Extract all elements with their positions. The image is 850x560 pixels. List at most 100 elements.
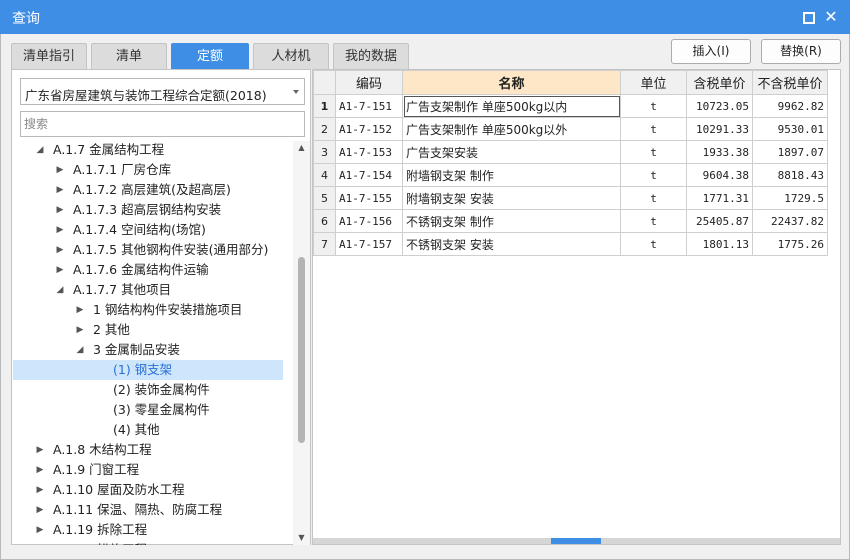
scroll-up-icon[interactable]: ▲ [293,141,310,155]
tree-item[interactable]: ◢ A.1.7 金属结构工程 [13,140,283,160]
tab-list[interactable]: 清单 [91,43,167,69]
tree-item[interactable]: ▶ A.1.19 拆除工程 [13,520,283,540]
row-number[interactable]: 4 [313,163,336,187]
price-tax-cell[interactable]: 25405.87 [686,209,753,233]
name-cell[interactable]: 不锈钢支架 制作 [402,209,621,233]
price-notax-cell[interactable]: 1729.5 [752,186,828,210]
price-tax-cell[interactable]: 1801.13 [686,232,753,256]
tree-item[interactable]: (3) 零星金属构件 [13,400,283,420]
code-cell[interactable]: A1-7-153 [335,140,403,164]
tree-item[interactable]: ▶ A.1.7.6 金属结构件运输 [13,260,283,280]
horizontal-scrollbar[interactable] [313,538,840,544]
name-cell[interactable]: 不锈钢支架 安装 [402,232,621,256]
close-icon[interactable]: ✕ [823,9,839,25]
code-cell[interactable]: A1-7-154 [335,163,403,187]
collapsed-arrow-icon[interactable]: ▶ [55,220,65,240]
expanded-arrow-icon[interactable]: ◢ [35,140,45,160]
tree-item[interactable]: ▶ A.1.7.4 空间结构(场馆) [13,220,283,240]
price-tax-cell[interactable]: 1771.31 [686,186,753,210]
collapsed-arrow-icon[interactable]: ▶ [35,540,45,545]
price-notax-cell[interactable]: 1775.26 [752,232,828,256]
code-cell[interactable]: A1-7-157 [335,232,403,256]
collapsed-arrow-icon[interactable]: ▶ [35,440,45,460]
unit-cell[interactable]: t [620,94,687,118]
tree-item[interactable]: ▶ A.1.11 保温、隔热、防腐工程 [13,500,283,520]
tree-item[interactable]: ▶ A.1.10 屋面及防水工程 [13,480,283,500]
table-row[interactable]: 3 A1-7-153 广告支架安装 t 1933.38 1897.07 [313,140,828,164]
unit-cell[interactable]: t [620,163,687,187]
replace-button[interactable]: 替换(R) [761,39,841,64]
column-header-unit[interactable]: 单位 [620,70,687,95]
name-cell[interactable]: 广告支架制作 单座500kg以内 [402,94,621,118]
table-row[interactable]: 2 A1-7-152 广告支架制作 单座500kg以外 t 10291.33 9530.0… [313,117,828,141]
code-cell[interactable]: A1-7-155 [335,186,403,210]
tab-quota[interactable]: 定额 [171,43,249,69]
table-row[interactable]: 7 A1-7-157 不锈钢支架 安装 t 1801.13 1775.26 [313,232,828,256]
collapsed-arrow-icon[interactable]: ▶ [35,460,45,480]
scrollbar-thumb[interactable] [298,257,305,443]
table-row[interactable]: 4 A1-7-154 附墙钢支架 制作 t 9604.38 8818.43 [313,163,828,187]
price-tax-cell[interactable]: 1933.38 [686,140,753,164]
tree-scrollbar[interactable]: ▲ ▼ [293,141,310,545]
collapsed-arrow-icon[interactable]: ▶ [55,160,65,180]
library-select[interactable]: 广东省房屋建筑与装饰工程综合定额(2018) [20,78,305,105]
tree-item[interactable]: ▶ 1 钢结构构件安装措施项目 [13,300,283,320]
tree-item[interactable]: ◢ 3 金属制品安装 [13,340,283,360]
name-cell[interactable]: 附墙钢支架 安装 [402,186,621,210]
name-cell[interactable]: 广告支架安装 [402,140,621,164]
scroll-down-icon[interactable]: ▼ [293,531,310,545]
code-cell[interactable]: A1-7-156 [335,209,403,233]
collapsed-arrow-icon[interactable]: ▶ [55,260,65,280]
collapsed-arrow-icon[interactable]: ▶ [75,320,85,340]
row-number[interactable]: 7 [313,232,336,256]
tree-item[interactable]: ◢ A.1.7.7 其他项目 [13,280,283,300]
price-notax-cell[interactable]: 9962.82 [752,94,828,118]
table-row[interactable]: 5 A1-7-155 附墙钢支架 安装 t 1771.31 1729.5 [313,186,828,210]
restore-icon[interactable] [800,9,816,25]
name-cell[interactable]: 广告支架制作 单座500kg以外 [402,117,621,141]
column-header-name[interactable]: 名称 [402,70,621,95]
tree-item[interactable]: ▶ A.1.8 木结构工程 [13,440,283,460]
tree-item[interactable]: (1) 钢支架 [13,360,283,380]
unit-cell[interactable]: t [620,232,687,256]
price-tax-cell[interactable]: 10291.33 [686,117,753,141]
collapsed-arrow-icon[interactable]: ▶ [75,300,85,320]
collapsed-arrow-icon[interactable]: ▶ [55,240,65,260]
column-header-code[interactable]: 编码 [335,70,403,95]
tree-item[interactable]: (2) 装饰金属构件 [13,380,283,400]
price-notax-cell[interactable]: 1897.07 [752,140,828,164]
collapsed-arrow-icon[interactable]: ▶ [35,500,45,520]
tree-item[interactable]: ▶ A.1.9 门窗工程 [13,460,283,480]
tab-materials[interactable]: 人材机 [253,43,329,69]
collapsed-arrow-icon[interactable]: ▶ [35,520,45,540]
unit-cell[interactable]: t [620,140,687,164]
column-header-price-notax[interactable]: 不含税单价 [752,70,828,95]
row-number[interactable]: 2 [313,117,336,141]
search-input[interactable] [20,111,305,137]
scrollbar-grip[interactable] [551,538,601,544]
unit-cell[interactable]: t [620,209,687,233]
tree-item[interactable]: ▶ A.1.7.5 其他钢构件安装(通用部分) [13,240,283,260]
tree-item[interactable]: ▶ A.1.7.1 厂房仓库 [13,160,283,180]
tab-my-data[interactable]: 我的数据 [333,43,409,69]
unit-cell[interactable]: t [620,117,687,141]
tree-item[interactable]: (4) 其他 [13,420,283,440]
tab-list-guide[interactable]: 清单指引 [11,43,87,69]
collapsed-arrow-icon[interactable]: ▶ [55,180,65,200]
price-tax-cell[interactable]: 10723.05 [686,94,753,118]
unit-cell[interactable]: t [620,186,687,210]
tree-item[interactable]: ▶ A.1.7.2 高层建筑(及超高层) [13,180,283,200]
row-number[interactable]: 1 [313,94,336,118]
code-cell[interactable]: A1-7-151 [335,94,403,118]
tree-item[interactable]: ▶ A.1.20 措施工程 [13,540,283,545]
collapsed-arrow-icon[interactable]: ▶ [35,480,45,500]
tree-item[interactable]: ▶ A.1.7.3 超高层钢结构安装 [13,200,283,220]
expanded-arrow-icon[interactable]: ◢ [75,340,85,360]
column-header-price-tax[interactable]: 含税单价 [686,70,753,95]
row-number[interactable]: 6 [313,209,336,233]
row-number[interactable]: 3 [313,140,336,164]
code-cell[interactable]: A1-7-152 [335,117,403,141]
name-cell[interactable]: 附墙钢支架 制作 [402,163,621,187]
row-number[interactable]: 5 [313,186,336,210]
table-row[interactable]: 6 A1-7-156 不锈钢支架 制作 t 25405.87 22437.82 [313,209,828,233]
